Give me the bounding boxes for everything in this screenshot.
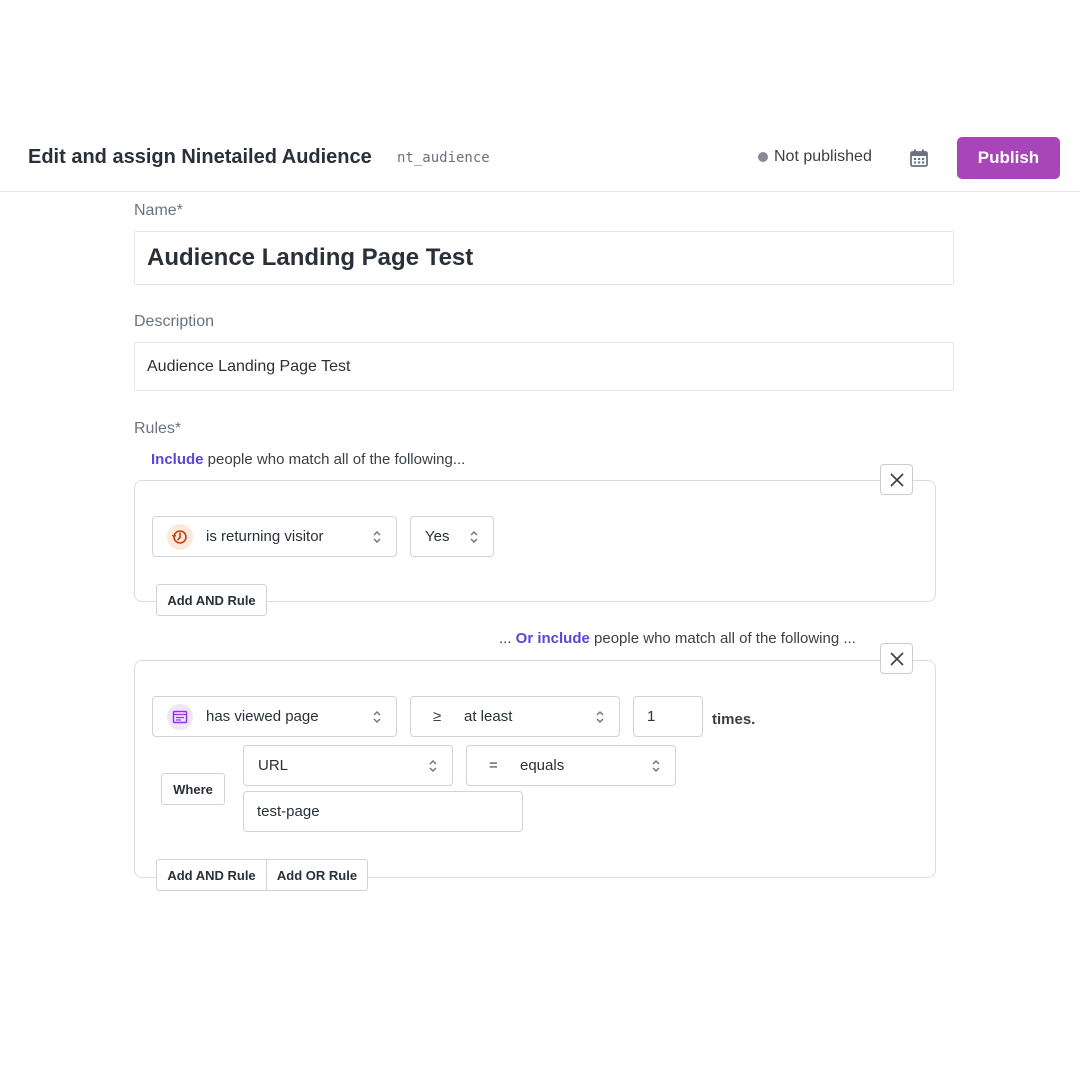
or-include-heading: ... Or include people who match all of t… [499,630,856,647]
condition-label: has viewed page [206,708,319,725]
page-title: Edit and assign Ninetailed Audience [28,146,372,168]
or-include-keyword: Or include [515,630,590,647]
content-type-id: nt_audience [397,150,490,166]
calendar-icon[interactable] [909,148,929,168]
condition-value: Yes [425,528,450,545]
close-icon [889,651,904,666]
chevron-updown-icon [652,759,660,772]
chevron-updown-icon [429,759,437,772]
condition-value-select[interactable]: Yes [410,516,494,557]
page-view-icon [167,703,193,730]
operator-select[interactable]: ≥ at least [410,696,620,737]
publish-status: Not published [758,148,872,166]
url-value-input[interactable] [243,791,523,832]
close-icon [889,472,904,487]
comparator-select[interactable]: = equals [466,745,676,786]
name-input[interactable] [134,231,954,285]
add-and-rule-button[interactable]: Add AND Rule [156,584,267,616]
or-include-prefix: ... [499,630,516,647]
description-input[interactable] [134,342,954,391]
rules-label: Rules* [134,420,182,437]
operator-symbol: ≥ [433,708,442,725]
where-button[interactable]: Where [161,773,225,805]
property-label: URL [258,757,289,774]
remove-group-button[interactable] [880,464,913,495]
add-or-rule-button[interactable]: Add OR Rule [266,859,368,891]
status-label: Not published [774,148,872,165]
include-heading: Include people who match all of the foll… [151,451,465,468]
chevron-updown-icon [373,710,381,723]
condition-select-viewed-page[interactable]: has viewed page [152,696,397,737]
status-dot [758,152,768,162]
comparator-symbol: = [489,757,498,774]
chevron-updown-icon [373,530,381,543]
chevron-updown-icon [470,530,478,543]
returning-visitor-icon [167,523,193,550]
add-and-rule-button[interactable]: Add AND Rule [156,859,267,891]
description-label: Description [134,313,215,330]
include-heading-text: people who match all of the following... [203,451,466,468]
condition-select-returning-visitor[interactable]: is returning visitor [152,516,397,557]
condition-label: is returning visitor [206,528,324,545]
chevron-updown-icon [596,710,604,723]
or-include-heading-text: people who match all of the following ..… [589,630,856,647]
count-input[interactable] [633,696,703,737]
publish-button[interactable]: Publish [957,137,1060,179]
remove-group-button[interactable] [880,643,913,674]
count-suffix: times. [712,711,756,728]
operator-label: at least [464,708,513,725]
name-label: Name* [134,202,183,219]
include-keyword: Include [151,451,204,468]
property-select[interactable]: URL [243,745,453,786]
comparator-label: equals [520,757,565,774]
